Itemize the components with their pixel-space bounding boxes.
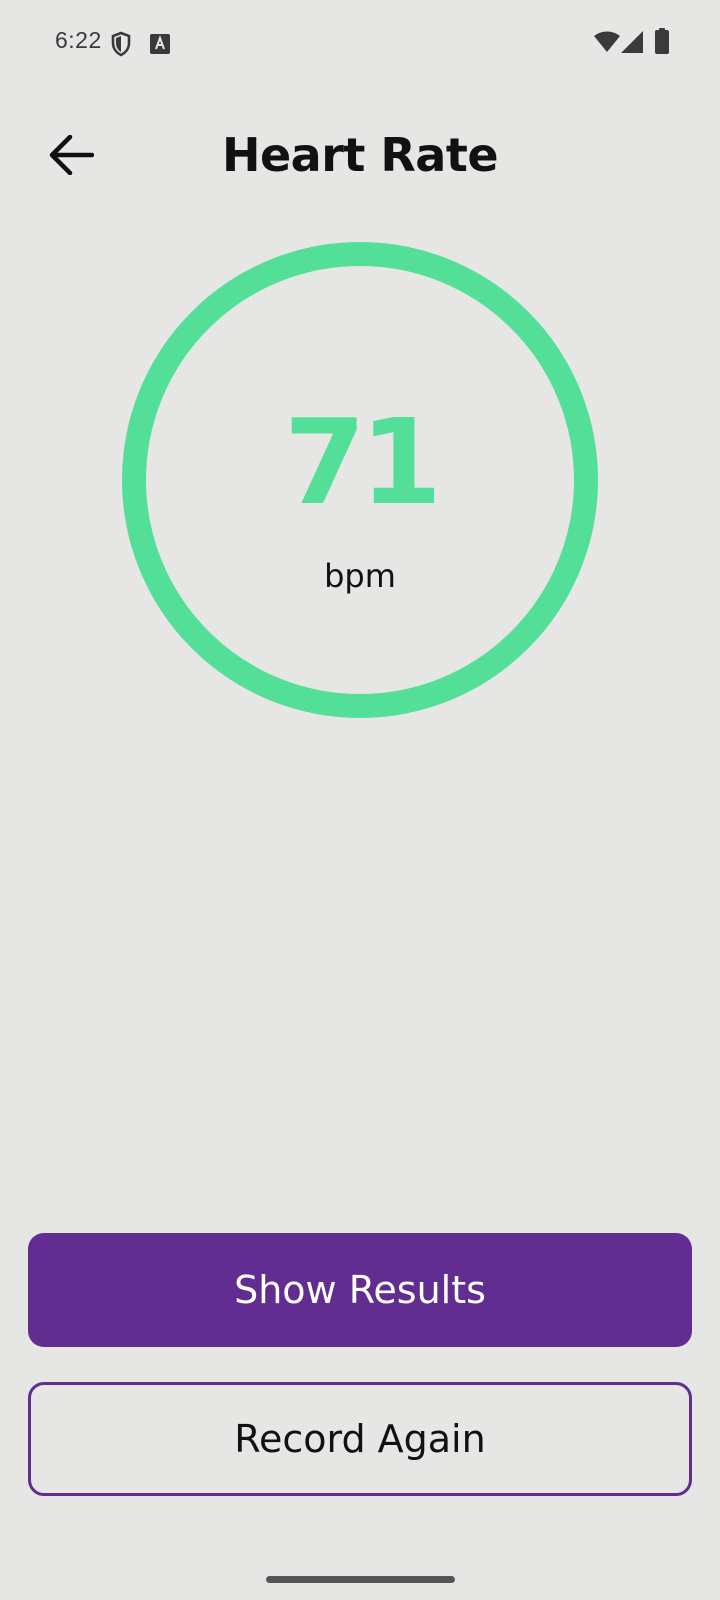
app-bar: Heart Rate (0, 100, 720, 210)
bpm-value: 71 (283, 393, 442, 531)
status-bar: 6:22 (0, 0, 720, 86)
show-results-button[interactable]: Show Results (28, 1233, 692, 1347)
record-again-button[interactable]: Record Again (28, 1382, 692, 1496)
text-a-icon (150, 34, 170, 58)
cell-signal-icon (621, 31, 643, 57)
battery-icon (655, 28, 669, 58)
shield-icon (110, 31, 132, 61)
home-indicator[interactable] (266, 1576, 455, 1583)
page-title: Heart Rate (221, 128, 499, 182)
status-time: 6:22 (55, 27, 102, 53)
wifi-icon (594, 31, 620, 57)
bpm-unit: bpm (324, 557, 396, 595)
heart-rate-ring: 71 bpm (122, 242, 598, 718)
